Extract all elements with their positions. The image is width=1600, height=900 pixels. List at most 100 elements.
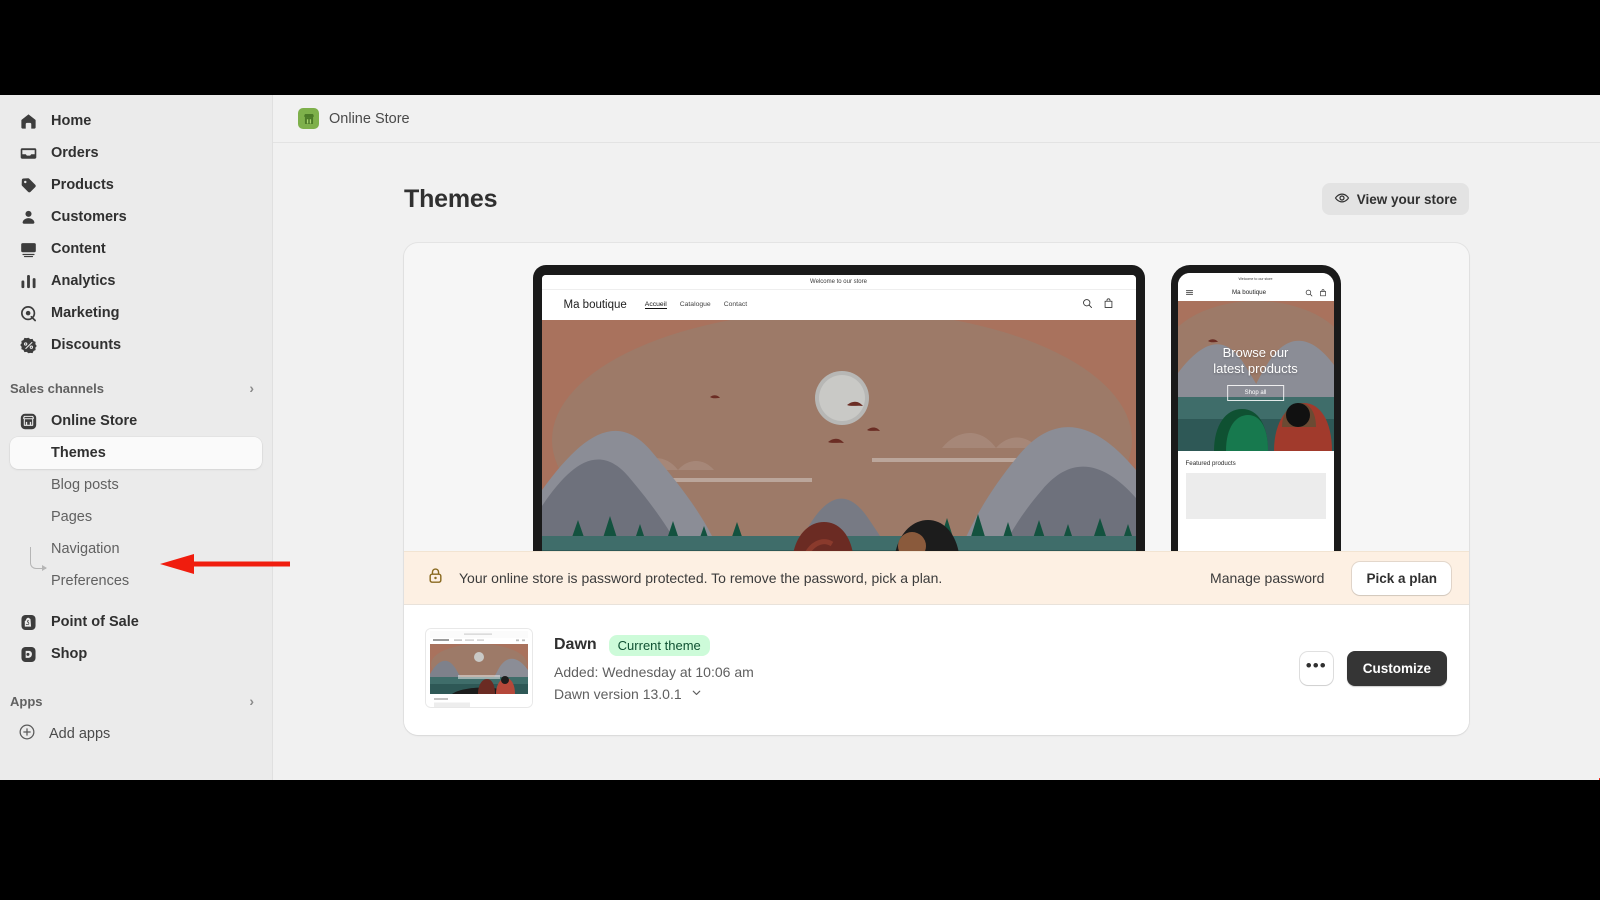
view-your-store-label: View your store [1356, 191, 1457, 207]
sidebar-item-label: Customers [51, 209, 127, 225]
search-icon [1082, 296, 1093, 314]
sidebar-item-discounts[interactable]: Discounts [10, 329, 262, 361]
sidebar-item-label: Orders [51, 145, 99, 161]
sidebar-item-add-apps[interactable]: Add apps [10, 718, 262, 750]
banner-message: Your online store is password protected.… [459, 570, 943, 586]
context-bar: Online Store [273, 95, 1600, 143]
sidebar-item-blog-posts[interactable]: Blog posts [10, 469, 262, 501]
theme-card: Welcome to our store Ma boutique Accueil… [404, 243, 1469, 735]
sidebar-item-orders[interactable]: Orders [10, 137, 262, 169]
sidebar-item-point-of-sale[interactable]: Point of Sale [10, 606, 262, 638]
sidebar-subitem-label: Themes [51, 445, 106, 461]
sidebar-item-pages[interactable]: Pages [10, 501, 262, 533]
sidebar-item-label: Point of Sale [51, 614, 139, 630]
sidebar-section-apps[interactable]: Apps › [10, 688, 254, 714]
storefront-icon [298, 108, 319, 129]
mobile-preview-screen: Welcome to our store Ma boutique Browse … [1177, 273, 1334, 551]
sidebar-item-label: Content [51, 241, 106, 257]
tag-icon [18, 175, 38, 195]
main-content: Online Store Themes View your store Welc… [273, 95, 1600, 780]
password-protection-banner: Your online store is password protected.… [404, 551, 1469, 605]
store-nav-contact: Contact [723, 301, 748, 308]
chevron-right-icon: › [249, 693, 254, 709]
mobile-featured-products-title: Featured products [1177, 451, 1334, 467]
view-your-store-button[interactable]: View your store [1321, 183, 1469, 215]
lock-icon [426, 566, 445, 590]
orders-inbox-icon [18, 143, 38, 163]
store-nav-links: Accueil Catalogue Contact [644, 301, 748, 309]
theme-preview: Welcome to our store Ma boutique Accueil… [404, 243, 1469, 551]
page-header: Themes View your store [404, 183, 1469, 215]
desktop-announcement-bar: Welcome to our store [541, 275, 1136, 290]
context-bar-title: Online Store [329, 110, 410, 127]
sidebar-item-shop[interactable]: Shop [10, 638, 262, 670]
sidebar-item-analytics[interactable]: Analytics [10, 265, 262, 297]
content-image-icon [18, 239, 38, 259]
sidebar-section-sales-channels[interactable]: Sales channels › [10, 375, 254, 401]
sidebar-item-label: Online Store [51, 413, 138, 429]
theme-name: Dawn [554, 636, 597, 653]
theme-version-label: Dawn version 13.0.1 [554, 685, 682, 702]
theme-thumbnail[interactable] [426, 629, 532, 707]
mobile-store-nav: Ma boutique [1177, 284, 1334, 302]
plus-circle-icon [18, 723, 36, 745]
current-theme-badge: Current theme [608, 634, 710, 656]
person-icon [18, 207, 38, 227]
sidebar-subitem-label: Navigation [51, 541, 120, 557]
desktop-hero-illustration [541, 320, 1136, 551]
mobile-hero-heading-line2: latest products [1213, 360, 1298, 376]
sidebar-item-label: Home [51, 113, 92, 129]
sidebar-item-label: Products [51, 177, 114, 193]
store-nav-icons [1082, 296, 1114, 314]
target-icon [18, 303, 38, 323]
mobile-announcement-bar: Welcome to our store [1177, 273, 1334, 284]
apps-label: Apps [10, 693, 43, 709]
desktop-preview[interactable]: Welcome to our store Ma boutique Accueil… [532, 265, 1145, 551]
mobile-hero-heading: Browse our latest products [1178, 345, 1334, 376]
sidebar-item-preferences[interactable]: Preferences [10, 565, 262, 597]
sidebar-item-label: Discounts [51, 337, 122, 353]
sidebar-item-navigation[interactable]: Navigation [10, 533, 262, 565]
sidebar-subitem-label: Preferences [51, 573, 130, 589]
discount-badge-icon [18, 335, 38, 355]
customize-button[interactable]: Customize [1346, 650, 1447, 686]
app-window: Home Orders Products Customers Content A… [0, 95, 1600, 780]
more-actions-button[interactable]: ••• [1299, 651, 1333, 685]
sidebar-item-content[interactable]: Content [10, 233, 262, 265]
manage-password-link[interactable]: Manage password [1196, 570, 1338, 586]
store-nav-catalogue: Catalogue [679, 301, 711, 308]
cart-icon [1103, 296, 1114, 314]
mobile-shop-all-button[interactable]: Shop all [1226, 385, 1285, 401]
chevron-down-icon [690, 686, 703, 702]
sidebar-item-products[interactable]: Products [10, 169, 262, 201]
theme-details: Dawn Current theme Added: Wednesday at 1… [554, 634, 1278, 702]
mobile-preview[interactable]: Welcome to our store Ma boutique Browse … [1170, 265, 1341, 551]
chevron-right-icon: › [249, 380, 254, 396]
sidebar-item-themes[interactable]: Themes [10, 437, 262, 469]
sales-channels-label: Sales channels [10, 380, 104, 396]
theme-name-row: Dawn Current theme [554, 634, 1278, 656]
theme-row: Dawn Current theme Added: Wednesday at 1… [404, 605, 1469, 735]
search-icon [1305, 284, 1313, 302]
mobile-hero-heading-line1: Browse our [1222, 345, 1289, 360]
shopify-bag-icon [18, 612, 38, 632]
storefront-icon [18, 411, 38, 431]
sidebar-item-home[interactable]: Home [10, 105, 262, 137]
sidebar-subitem-label: Blog posts [51, 477, 119, 493]
sidebar-item-customers[interactable]: Customers [10, 201, 262, 233]
store-logo: Ma boutique [563, 299, 627, 311]
themes-page: Themes View your store Welcome to our st… [273, 183, 1600, 735]
cart-icon [1319, 284, 1327, 302]
theme-version-row[interactable]: Dawn version 13.0.1 [554, 686, 1278, 702]
sidebar-subitem-label: Pages [51, 509, 93, 525]
home-icon [18, 111, 38, 131]
sidebar-item-label: Marketing [51, 305, 120, 321]
sidebar-item-marketing[interactable]: Marketing [10, 297, 262, 329]
bar-chart-icon [18, 271, 38, 291]
page-title: Themes [404, 184, 498, 213]
desktop-preview-screen: Welcome to our store Ma boutique Accueil… [541, 275, 1136, 551]
theme-actions: ••• Customize [1299, 650, 1447, 686]
theme-added-date: Added: Wednesday at 10:06 am [554, 663, 754, 680]
pick-a-plan-button[interactable]: Pick a plan [1352, 561, 1451, 595]
sidebar-item-online-store[interactable]: Online Store [10, 405, 262, 437]
